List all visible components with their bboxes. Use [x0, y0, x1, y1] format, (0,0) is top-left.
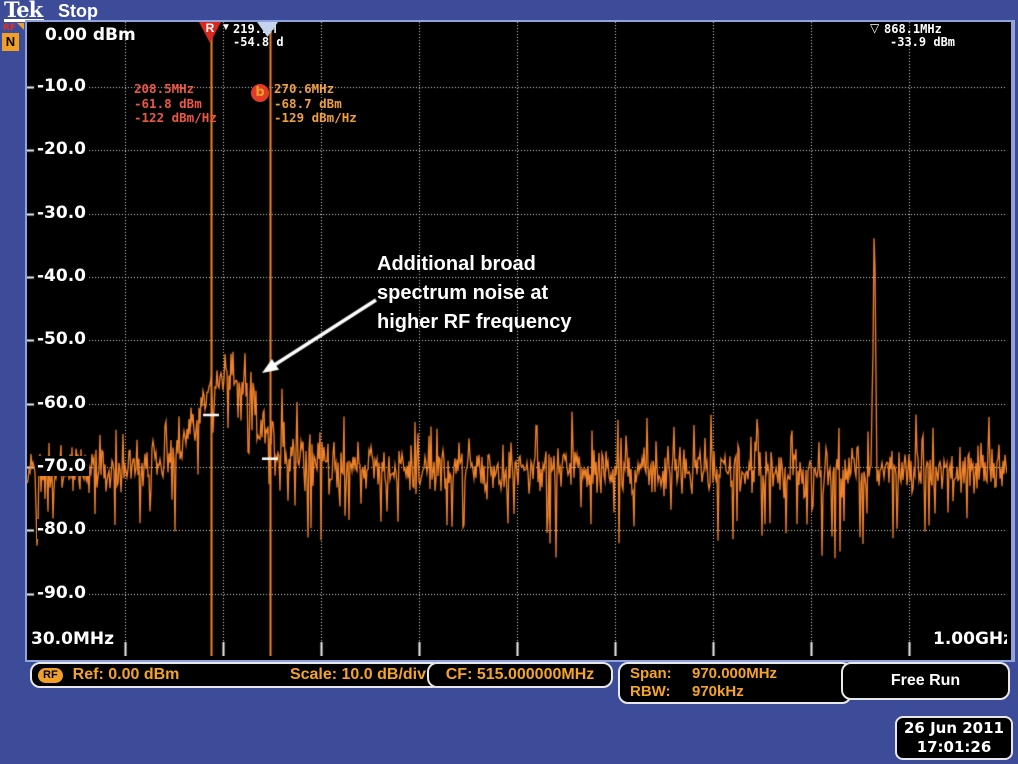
marker-b-frequency: 270.6MHz [274, 82, 357, 97]
reference-level-readout: Ref: 0.00 dBm [73, 666, 180, 684]
marker-r-amplitude: -54.8 d [233, 36, 284, 49]
rf-channel-icon[interactable]: RF [3, 23, 16, 33]
stop-frequency-label: 1.00GHz [933, 629, 1007, 649]
rbw-value: 970kHz [692, 683, 744, 701]
y-axis-tick-label: -30.0 [37, 203, 89, 223]
marker-a-frequency: 208.5MHz [134, 82, 217, 97]
date-value: 26 Jun 2011 [904, 719, 1004, 738]
span-rbw-readout[interactable]: Span: 970.000MHz RBW: 970kHz [618, 662, 852, 704]
rf-badge: RF [38, 668, 63, 683]
y-axis-tick-label: -10.0 [37, 76, 89, 96]
center-frequency-value: CF: 515.000000MHz [446, 666, 595, 684]
y-axis-tick-label: -60.0 [37, 393, 89, 413]
rf-reference-scale-readout[interactable]: RF Ref: 0.00 dBm Scale: 10.0 dB/div [30, 662, 442, 688]
center-frequency-readout[interactable]: CF: 515.000000MHz [427, 662, 613, 688]
reference-level-label: 0.00 dBm [45, 25, 136, 45]
y-axis-tick-label: -40.0 [37, 266, 89, 286]
annotation-line: higher RF frequency [377, 308, 571, 337]
marker-b-density: -129 dBm/Hz [274, 111, 357, 126]
marker-b-amplitude: -68.7 dBm [274, 97, 357, 112]
annotation-callout: Additional broad spectrum noise at highe… [377, 250, 571, 337]
start-frequency-label: 30.0MHz [31, 629, 114, 649]
y-axis-tick-label: -20.0 [37, 139, 89, 159]
acquisition-status: Stop [58, 1, 98, 22]
span-value: 970.000MHz [692, 665, 777, 683]
marker-a-density: -122 dBm/Hz [134, 111, 217, 126]
normal-trace-icon[interactable]: N [2, 33, 19, 51]
trigger-status-readout[interactable]: Free Run [841, 662, 1010, 700]
marker-a-amplitude: -61.8 dBm [134, 97, 217, 112]
scale-readout: Scale: 10.0 dB/div [290, 666, 426, 684]
marker-a-readout: 208.5MHz -61.8 dBm -122 dBm/Hz [134, 82, 217, 126]
y-axis-tick-label: -50.0 [37, 329, 89, 349]
annotation-line: Additional broad [377, 250, 571, 279]
marker-b-badge[interactable]: b [251, 84, 269, 102]
rbw-label: RBW: [630, 683, 692, 701]
trigger-mode: Free Run [891, 672, 960, 690]
span-label: Span: [630, 665, 692, 683]
time-value: 17:01:26 [917, 738, 992, 757]
y-axis-tick-label: -90.0 [37, 583, 89, 603]
peak-marker-amplitude: -33.9 dBm [890, 36, 955, 49]
oscilloscope-screen: Tek Stop RF N 0.00 dBm -10.0 -20.0 -30.0 -4… [0, 0, 1018, 764]
y-axis-tick-label: -70.0 [37, 456, 89, 476]
tek-logo: Tek [4, 0, 44, 22]
annotation-line: spectrum noise at [377, 279, 571, 308]
marker-readout-triangle-icon: ▼ [221, 22, 231, 33]
rf-tab-fold-icon [17, 23, 24, 30]
datetime-readout: 26 Jun 2011 17:01:26 [895, 716, 1013, 760]
spectrum-graticule: 0.00 dBm -10.0 -20.0 -30.0 -40.0 -50.0 -60.0 -… [25, 20, 1015, 662]
y-axis-tick-label: -80.0 [37, 519, 89, 539]
marker-b-readout: 270.6MHz -68.7 dBm -129 dBm/Hz [274, 82, 357, 126]
peak-marker-triangle-icon: ▽ [870, 22, 879, 35]
